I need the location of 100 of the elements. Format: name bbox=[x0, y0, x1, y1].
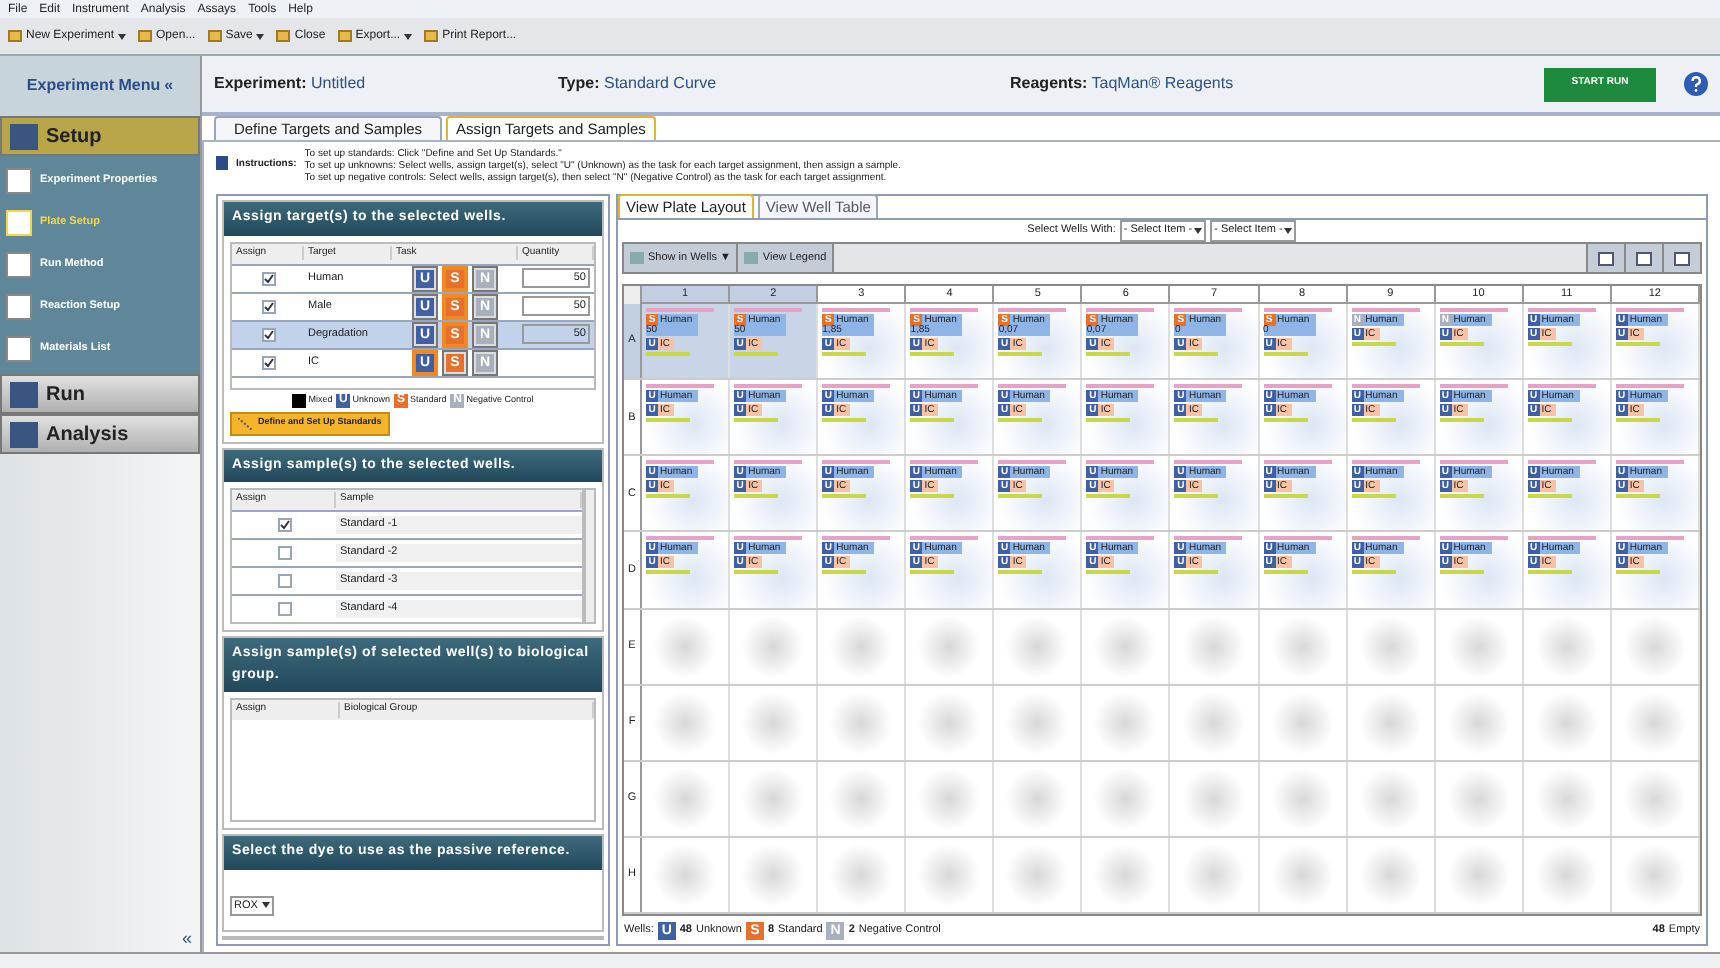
view-button[interactable] bbox=[1624, 244, 1662, 272]
color-bar bbox=[1439, 460, 1508, 465]
color-bar bbox=[1263, 384, 1332, 389]
color-bar bbox=[998, 460, 1067, 465]
color-bar bbox=[822, 384, 891, 389]
file-icon bbox=[424, 30, 439, 42]
color-bar bbox=[734, 536, 803, 541]
color-bar bbox=[822, 460, 891, 465]
color-bar bbox=[910, 494, 955, 499]
checkbox[interactable] bbox=[261, 355, 275, 369]
color-bar bbox=[998, 536, 1067, 541]
color-bar bbox=[910, 384, 979, 389]
color-bar bbox=[1615, 536, 1684, 541]
color-bar bbox=[646, 570, 690, 575]
collapse-button[interactable]: « bbox=[164, 74, 174, 98]
color-bar bbox=[822, 570, 867, 575]
color-bar bbox=[1615, 460, 1684, 465]
color-bar bbox=[1439, 384, 1508, 389]
color-bar bbox=[1086, 570, 1131, 575]
color-bar bbox=[1439, 570, 1484, 575]
view-button[interactable] bbox=[1662, 244, 1700, 272]
help-icon[interactable] bbox=[1684, 72, 1708, 96]
checkbox[interactable] bbox=[277, 518, 291, 532]
caret-icon bbox=[261, 902, 270, 909]
color-bar bbox=[822, 536, 891, 541]
caret-icon bbox=[1284, 228, 1293, 234]
color-bar bbox=[1174, 536, 1243, 541]
caret-icon bbox=[1194, 228, 1203, 234]
color-bar bbox=[1527, 570, 1572, 575]
checkbox[interactable] bbox=[277, 602, 291, 616]
color-bar bbox=[1527, 494, 1572, 499]
check-icon bbox=[263, 357, 273, 367]
color-bar bbox=[734, 494, 779, 499]
checkbox[interactable] bbox=[277, 574, 291, 588]
color-bar bbox=[1263, 494, 1308, 499]
checkbox[interactable] bbox=[261, 299, 275, 313]
color-bar bbox=[734, 570, 779, 575]
section-icon bbox=[10, 421, 38, 447]
color-bar bbox=[734, 384, 803, 389]
color-bar bbox=[910, 460, 979, 465]
caret-icon bbox=[404, 33, 413, 39]
sidebar-section[interactable]: Run bbox=[0, 374, 200, 414]
color-bar bbox=[1263, 536, 1332, 541]
file-icon bbox=[207, 30, 222, 42]
checkbox[interactable] bbox=[261, 327, 275, 341]
sidebar-title: Experiment Menu bbox=[26, 74, 161, 98]
color-bar bbox=[1263, 570, 1308, 575]
color-bar bbox=[1527, 460, 1596, 465]
section-icon bbox=[10, 123, 38, 149]
color-bar bbox=[910, 418, 955, 423]
page-icon bbox=[6, 252, 32, 278]
color-bar bbox=[1351, 570, 1396, 575]
color-bar bbox=[1263, 460, 1332, 465]
color-bar bbox=[1527, 418, 1572, 423]
check-icon bbox=[263, 329, 273, 339]
color-bar bbox=[1086, 494, 1131, 499]
page-icon bbox=[6, 336, 32, 362]
color-bar bbox=[1174, 460, 1243, 465]
page-icon bbox=[6, 168, 32, 194]
color-bar bbox=[1174, 418, 1219, 423]
window-icon bbox=[1598, 251, 1614, 265]
caret-icon bbox=[256, 33, 265, 39]
color-bar bbox=[1086, 384, 1155, 389]
color-bar bbox=[998, 494, 1043, 499]
page-icon bbox=[6, 294, 32, 320]
collapse-button[interactable]: « bbox=[181, 925, 192, 952]
section-icon bbox=[10, 381, 38, 407]
sidebar-section[interactable]: Analysis bbox=[0, 414, 200, 454]
color-bar bbox=[646, 418, 690, 423]
color-bar bbox=[1439, 536, 1508, 541]
reagents-text: Reagents: TaqMan® Reagents bbox=[1010, 72, 1236, 96]
color-bar bbox=[910, 570, 955, 575]
mixed-swatch bbox=[292, 393, 307, 407]
dilution-icon bbox=[238, 417, 252, 429]
file-icon bbox=[337, 30, 352, 42]
view-button[interactable] bbox=[1586, 244, 1624, 272]
color-bar bbox=[734, 460, 803, 465]
color-bar bbox=[646, 460, 714, 465]
caret-icon bbox=[118, 33, 127, 39]
page-icon bbox=[6, 210, 32, 236]
checkbox[interactable] bbox=[277, 546, 291, 560]
file-icon bbox=[276, 30, 291, 42]
color-bar bbox=[1615, 384, 1684, 389]
color-bar bbox=[646, 494, 690, 499]
file-icon bbox=[8, 30, 22, 42]
color-bar bbox=[646, 536, 714, 541]
color-bar bbox=[1086, 536, 1155, 541]
color-bar bbox=[1086, 418, 1131, 423]
color-bar bbox=[822, 494, 867, 499]
color-bar bbox=[1351, 460, 1420, 465]
color-bar bbox=[1351, 536, 1420, 541]
color-bar bbox=[998, 418, 1043, 423]
color-bar bbox=[998, 384, 1067, 389]
checkbox[interactable] bbox=[261, 271, 275, 285]
sidebar-section[interactable]: Setup bbox=[0, 116, 200, 156]
color-bar bbox=[1527, 384, 1596, 389]
grid-corner bbox=[624, 286, 642, 304]
color-bar bbox=[1527, 536, 1596, 541]
experiment-type: Type: Standard Curve bbox=[558, 72, 719, 96]
window-icon bbox=[1674, 251, 1690, 265]
